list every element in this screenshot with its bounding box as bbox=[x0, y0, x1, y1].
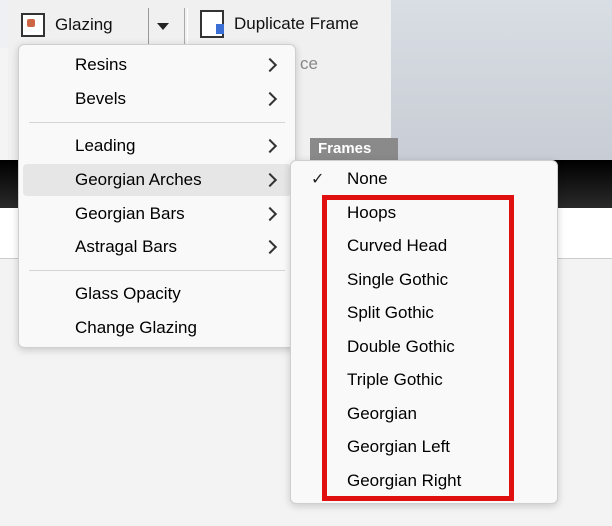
ribbon-empty-area bbox=[391, 0, 612, 160]
menu-item-label: Glass Opacity bbox=[75, 284, 181, 303]
glazing-dropdown-button[interactable] bbox=[148, 8, 177, 44]
checkmark-icon: ✓ bbox=[311, 171, 325, 188]
menu-separator bbox=[29, 270, 285, 271]
menu-item-label: Change Glazing bbox=[75, 318, 197, 337]
menu-item-change-glazing[interactable]: Change Glazing bbox=[23, 312, 291, 344]
menu-item-astragal-bars[interactable]: Astragal Bars bbox=[23, 231, 291, 263]
menu-item-label: Georgian Bars bbox=[75, 204, 185, 223]
obscured-toolbar-text: ce bbox=[300, 54, 318, 73]
menu-item-glass-opacity[interactable]: Glass Opacity bbox=[23, 278, 291, 310]
caret-down-icon bbox=[157, 22, 169, 30]
menu-item-label: Georgian Arches bbox=[75, 170, 202, 189]
chevron-right-icon bbox=[262, 172, 278, 188]
submenu-item-label: None bbox=[347, 169, 388, 188]
glazing-menu: Resins Bevels Leading Georgian Arches Ge… bbox=[18, 44, 296, 348]
glazing-button-label: Glazing bbox=[55, 15, 113, 34]
menu-item-label: Bevels bbox=[75, 89, 127, 108]
menu-item-bevels[interactable]: Bevels bbox=[23, 83, 291, 115]
menu-item-label: Astragal Bars bbox=[75, 237, 178, 256]
menu-item-resins[interactable]: Resins bbox=[23, 49, 291, 81]
menu-item-georgian-bars[interactable]: Georgian Bars bbox=[23, 198, 291, 230]
toolbar-separator bbox=[184, 8, 188, 44]
glazing-icon bbox=[21, 13, 45, 37]
duplicate-frame-button[interactable]: Duplicate Frame bbox=[200, 4, 359, 44]
chevron-right-icon bbox=[262, 206, 278, 222]
chevron-right-icon bbox=[262, 138, 278, 154]
highlight-annotation-box bbox=[322, 195, 514, 501]
duplicate-frame-icon bbox=[200, 10, 224, 38]
menu-item-leading[interactable]: Leading bbox=[23, 130, 291, 162]
chevron-right-icon bbox=[262, 91, 278, 107]
menu-item-label: Resins bbox=[75, 55, 127, 74]
menu-separator bbox=[29, 122, 285, 123]
chevron-right-icon bbox=[262, 239, 278, 255]
chevron-right-icon bbox=[262, 57, 278, 73]
duplicate-frame-label: Duplicate Frame bbox=[234, 14, 359, 33]
frames-group-label: Frames bbox=[310, 138, 398, 160]
menu-item-georgian-arches[interactable]: Georgian Arches bbox=[23, 164, 291, 196]
glazing-button[interactable]: Glazing bbox=[14, 4, 146, 46]
menu-item-label: Leading bbox=[75, 136, 136, 155]
submenu-item-none[interactable]: ✓ None bbox=[295, 163, 553, 195]
